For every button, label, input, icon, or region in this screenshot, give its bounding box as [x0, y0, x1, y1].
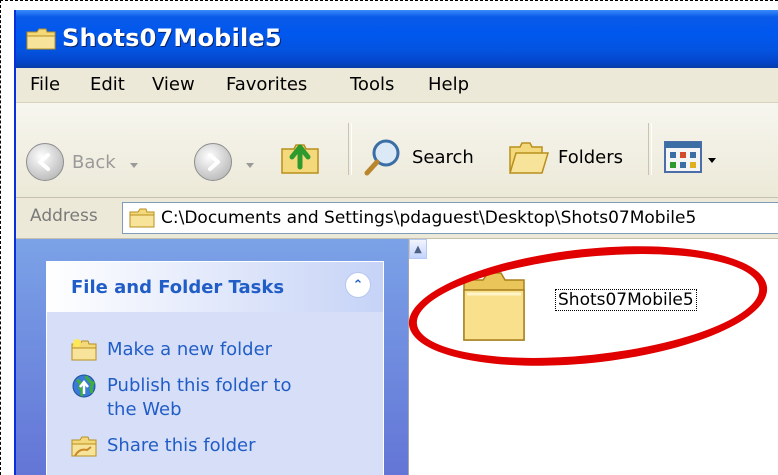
search-label: Search: [412, 146, 474, 168]
menu-file[interactable]: File: [30, 74, 60, 95]
menu-view[interactable]: View: [152, 74, 195, 95]
title-bar[interactable]: Shots07Mobile5: [16, 10, 778, 68]
task-label: Make a new folder: [107, 339, 273, 360]
address-input[interactable]: C:\Documents and Settings\pdaguest\Deskt…: [122, 202, 778, 234]
folder-icon: [129, 208, 155, 228]
toolbar-separator: [648, 123, 652, 175]
folder-name-label: Shots07Mobile5: [555, 289, 697, 311]
folders-label: Folders: [558, 146, 624, 168]
globe-icon: [72, 374, 96, 398]
views-icon: [664, 141, 702, 173]
back-dropdown-arrow-icon[interactable]: [129, 152, 138, 173]
toolbar-separator: [348, 123, 352, 175]
menu-edit[interactable]: Edit: [90, 74, 125, 95]
window-title: Shots07Mobile5: [62, 24, 282, 52]
address-label: Address: [30, 206, 98, 226]
task-label: Publish this folder to the Web: [107, 375, 292, 420]
address-bar: Address C:\Documents and Settings\pdague…: [16, 198, 778, 239]
new-folder-icon: [71, 339, 97, 361]
views-dropdown-arrow-icon[interactable]: [708, 147, 716, 168]
up-folder-button[interactable]: [278, 137, 322, 177]
menu-favorites[interactable]: Favorites: [226, 74, 307, 95]
task-publish-folder[interactable]: Publish this folder to the Web: [71, 374, 301, 422]
toolbar: Back Search Folders: [16, 103, 778, 198]
menu-help[interactable]: Help: [428, 74, 469, 95]
forward-arrow-icon: [194, 143, 232, 181]
back-button[interactable]: Back: [26, 143, 138, 181]
search-button[interactable]: Search: [364, 137, 474, 177]
task-label: Share this folder: [107, 435, 256, 456]
scroll-up-arrow-icon[interactable]: ▲: [409, 239, 427, 259]
folder-icon: [463, 272, 525, 341]
views-button[interactable]: [664, 141, 716, 173]
back-label: Back: [72, 151, 116, 173]
crop-mark-top: [0, 0, 778, 1]
folders-icon: [508, 142, 550, 174]
share-folder-icon: [71, 436, 97, 457]
task-make-new-folder[interactable]: Make a new folder: [71, 338, 272, 362]
up-folder-icon: [281, 144, 319, 174]
menu-tools[interactable]: Tools: [350, 74, 394, 95]
task-panel-title: File and Folder Tasks: [71, 277, 285, 298]
forward-button[interactable]: [194, 143, 254, 181]
search-icon: [364, 139, 400, 176]
folders-button[interactable]: Folders: [506, 137, 623, 177]
explorer-window: Shots07Mobile5 File Edit View Favorites …: [14, 10, 778, 475]
menu-bar: File Edit View Favorites Tools Help: [16, 68, 778, 103]
back-arrow-icon: [26, 143, 64, 181]
forward-dropdown-arrow-icon[interactable]: [246, 152, 254, 173]
task-panel-header[interactable]: File and Folder Tasks ⌃: [47, 262, 383, 312]
task-pane: File and Folder Tasks ⌃ Make a new folde…: [16, 239, 408, 475]
folder-content-area: ▲ Shots07Mobile5: [408, 239, 778, 475]
collapse-chevron-icon[interactable]: ⌃: [345, 272, 371, 298]
task-share-folder[interactable]: Share this folder: [71, 434, 255, 458]
file-folder-tasks-panel: File and Folder Tasks ⌃ Make a new folde…: [46, 261, 384, 475]
address-value: C:\Documents and Settings\pdaguest\Deskt…: [161, 208, 697, 228]
crop-mark-left: [0, 0, 1, 475]
folder-icon: [26, 28, 56, 50]
